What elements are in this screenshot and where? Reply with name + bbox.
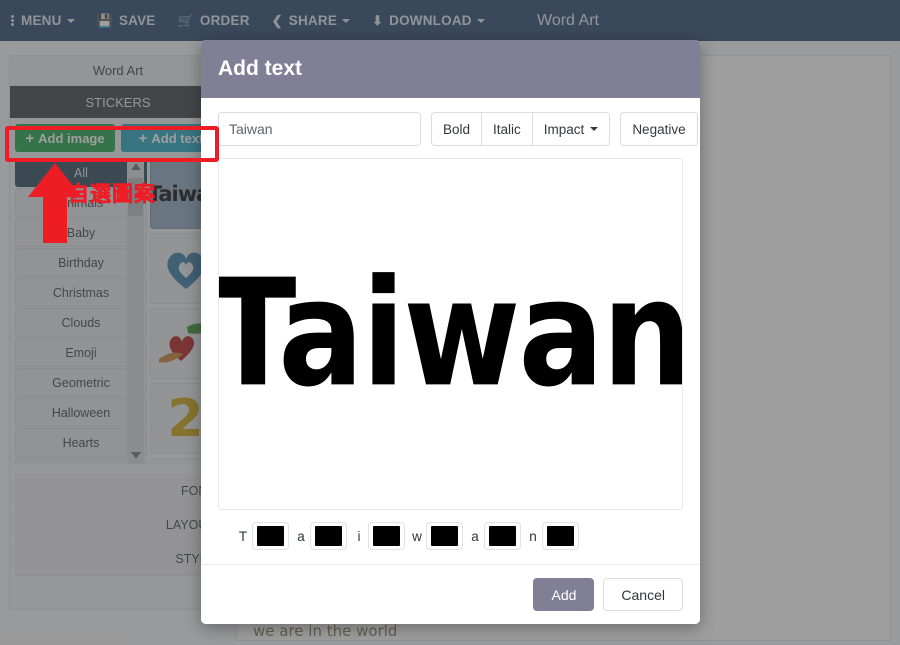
dialog-title: Add text bbox=[218, 57, 302, 80]
swatch-letter: n bbox=[529, 528, 537, 544]
text-preview: Taiwan bbox=[218, 158, 683, 510]
add-text-dialog: Add text Bold Italic Impact Negative Ta i w a… bbox=[201, 40, 700, 624]
dialog-header: Add text bbox=[201, 40, 700, 98]
negative-label: Negative bbox=[632, 121, 686, 137]
text-input[interactable] bbox=[218, 112, 421, 146]
color-chip bbox=[257, 526, 284, 546]
letter-color-swatches: Ta i w a n bbox=[218, 510, 683, 564]
preview-text: Taiwan bbox=[218, 247, 683, 421]
color-swatch-button[interactable] bbox=[484, 522, 521, 550]
color-chip bbox=[373, 526, 400, 546]
color-swatch-button[interactable] bbox=[426, 522, 463, 550]
color-swatch-button[interactable] bbox=[542, 522, 579, 550]
swatch-letter: T bbox=[238, 528, 248, 544]
add-confirm-button[interactable]: Add bbox=[533, 578, 595, 611]
font-select-button-label: Impact bbox=[543, 121, 585, 137]
cancel-label: Cancel bbox=[621, 586, 665, 603]
dialog-body: BoldItalicImpact Negative Taiwan Taiwan bbox=[201, 98, 700, 564]
swatch-letter: i bbox=[357, 528, 361, 544]
cancel-button[interactable]: Cancel bbox=[603, 578, 683, 611]
color-chip bbox=[547, 526, 574, 546]
color-chip bbox=[315, 526, 342, 546]
italic-button-label: Italic bbox=[493, 121, 521, 137]
color-swatch-button[interactable] bbox=[252, 522, 289, 550]
swatch-letter: a bbox=[471, 528, 479, 544]
add-confirm-label: Add bbox=[551, 586, 577, 603]
style-button-group: Bold Italic Impact bbox=[431, 112, 611, 146]
negative-button[interactable]: Negative bbox=[620, 112, 698, 146]
text-controls-row: Bold Italic Impact Negative bbox=[218, 112, 698, 146]
color-chip bbox=[489, 526, 516, 546]
word-art-app: 武漢肺炎Can HelpCan HelpCovid-19Can Help台灣台灣… bbox=[0, 0, 900, 645]
font-select-button[interactable]: Impact bbox=[531, 112, 611, 146]
color-swatch-button[interactable] bbox=[310, 522, 347, 550]
swatch-letter: a bbox=[297, 528, 305, 544]
swatch-letter: w bbox=[412, 528, 422, 544]
bold-button[interactable]: Bold bbox=[431, 112, 483, 146]
dialog-footer: Add Cancel bbox=[201, 564, 700, 624]
italic-button[interactable]: Italic bbox=[481, 112, 533, 146]
color-swatch-button[interactable] bbox=[368, 522, 405, 550]
bold-button-label: Bold bbox=[443, 121, 471, 137]
chevron-down-icon bbox=[590, 127, 599, 131]
color-chip bbox=[431, 526, 458, 546]
